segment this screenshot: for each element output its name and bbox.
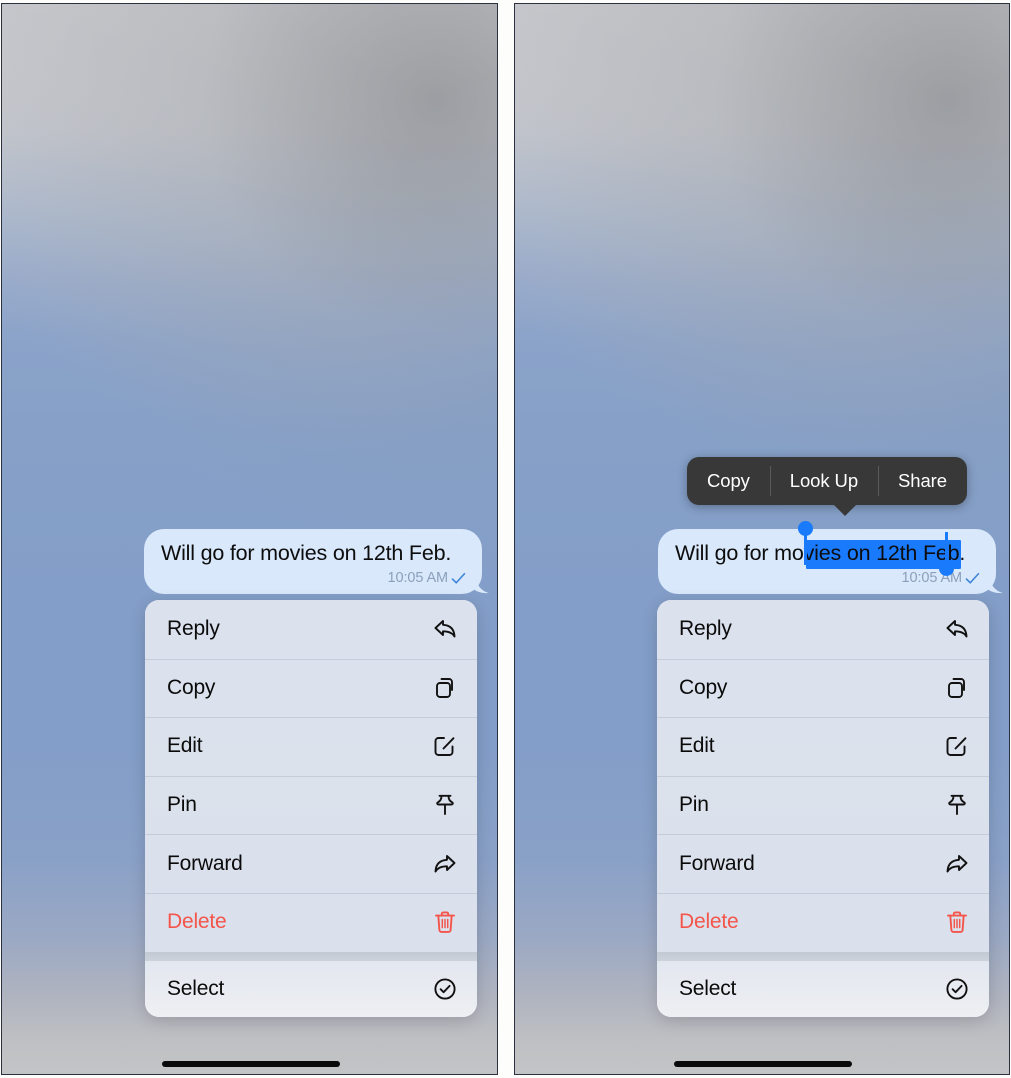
menu-item-label: Delete [167, 910, 227, 934]
message-timestamp: 10:05 AM [387, 570, 449, 586]
context-menu-separator [657, 951, 989, 961]
check-circle-icon [943, 975, 970, 1002]
copy-documents-icon [431, 674, 458, 701]
edit-menu-item-share[interactable]: Share [878, 457, 967, 505]
edit-menu-label: Share [898, 470, 947, 491]
message-bubble-right[interactable]: Will go for movies on 12th Feb. 10:05 AM [658, 521, 1003, 594]
edit-menu-item-look-up[interactable]: Look Up [769, 457, 878, 505]
home-indicator [674, 1061, 852, 1067]
menu-item-select[interactable]: Select [657, 961, 989, 1017]
menu-item-label: Select [679, 976, 737, 1000]
menu-item-label: Forward [167, 851, 243, 875]
edit-menu-label: Look Up [789, 470, 859, 491]
check-circle-icon [431, 975, 458, 1002]
pencil-square-icon [943, 733, 970, 760]
menu-item-label: Forward [679, 851, 755, 875]
menu-item-delete[interactable]: Delete [145, 892, 477, 952]
reply-arrow-icon [943, 616, 970, 643]
forward-arrow-icon [943, 850, 970, 877]
message-text: Will go for movies on 12th Feb. [675, 541, 966, 565]
edit-menu-item-copy[interactable]: Copy [687, 457, 770, 505]
text-selection-edit-menu[interactable]: Copy Look Up Share [687, 457, 967, 516]
menu-item-copy[interactable]: Copy [145, 658, 477, 718]
pushpin-icon [943, 792, 970, 819]
reply-arrow-icon [431, 616, 458, 643]
menu-item-label: Edit [679, 734, 715, 758]
menu-item-reply[interactable]: Reply [657, 600, 989, 659]
menu-item-edit[interactable]: Edit [145, 717, 477, 776]
menu-item-pin[interactable]: Pin [657, 775, 989, 835]
trash-icon [431, 909, 458, 936]
pushpin-icon [431, 792, 458, 819]
menu-item-label: Delete [679, 910, 739, 934]
menu-item-reply[interactable]: Reply [145, 600, 477, 659]
selection-handle-end[interactable] [939, 532, 955, 580]
message-meta: 10:05 AM [161, 568, 466, 588]
context-menu-primary-group: Reply Copy Edit Pin Forward Delete [657, 600, 989, 952]
message-bubble-body: Will go for movies on 12th Feb. 10:05 AM [144, 529, 489, 594]
context-menu-separator [145, 951, 477, 961]
context-menu-secondary-group: Select [145, 960, 477, 1017]
edit-menu-pointer-arrow [833, 504, 857, 516]
context-menu-left[interactable]: Reply Copy Edit Pin Forward Delete Selec… [145, 600, 477, 1017]
menu-item-label: Pin [167, 793, 197, 817]
menu-item-edit[interactable]: Edit [657, 717, 989, 776]
menu-item-label: Copy [167, 675, 216, 699]
screenshot-canvas: Will go for movies on 12th Feb. 10:05 AM [0, 0, 1011, 1078]
checkmark-icon [451, 572, 466, 585]
pencil-square-icon [431, 733, 458, 760]
context-menu-right[interactable]: Reply Copy Edit Pin Forward Delete Selec… [657, 600, 989, 1017]
menu-item-delete[interactable]: Delete [657, 892, 989, 952]
menu-item-pin[interactable]: Pin [145, 775, 477, 835]
menu-item-select[interactable]: Select [145, 961, 477, 1017]
context-menu-primary-group: Reply Copy Edit Pin Forward Delete [145, 600, 477, 952]
forward-arrow-icon [431, 850, 458, 877]
menu-item-label: Pin [679, 793, 709, 817]
home-indicator [162, 1061, 340, 1067]
menu-item-label: Copy [679, 675, 728, 699]
menu-item-forward[interactable]: Forward [657, 834, 989, 893]
message-bubble-left[interactable]: Will go for movies on 12th Feb. 10:05 AM [144, 529, 489, 594]
bubble-tail [467, 572, 489, 594]
menu-item-forward[interactable]: Forward [145, 834, 477, 893]
right-phone-screenshot: Copy Look Up Share Will go for movies on… [514, 3, 1010, 1075]
trash-icon [943, 909, 970, 936]
message-meta: 10:05 AM [675, 568, 980, 588]
menu-item-label: Reply [167, 617, 220, 641]
bubble-tail [981, 572, 1003, 594]
context-menu-secondary-group: Select [657, 960, 989, 1017]
menu-item-label: Reply [679, 617, 732, 641]
handle-knob [939, 561, 954, 576]
menu-item-copy[interactable]: Copy [657, 658, 989, 718]
selection-handle-start[interactable] [798, 521, 814, 569]
handle-bar [804, 530, 807, 565]
message-text: Will go for movies on 12th Feb. [161, 541, 452, 565]
copy-documents-icon [943, 674, 970, 701]
menu-item-label: Select [167, 976, 225, 1000]
selected-text: movies on 12th [774, 541, 918, 565]
edit-menu-label: Copy [707, 470, 750, 491]
checkmark-icon [965, 572, 980, 585]
menu-item-label: Edit [167, 734, 203, 758]
left-phone-screenshot: Will go for movies on 12th Feb. 10:05 AM [1, 3, 498, 1075]
